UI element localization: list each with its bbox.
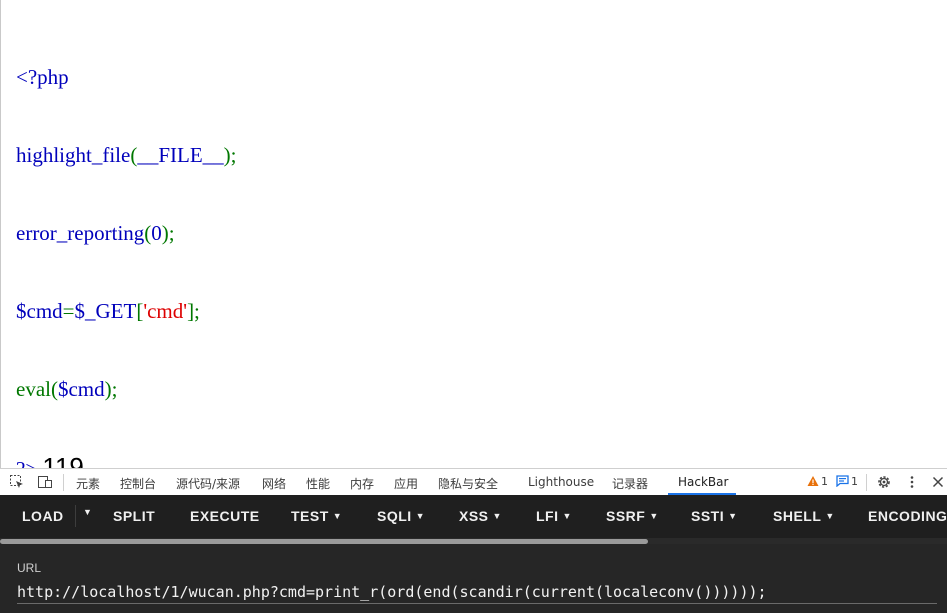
- error-reporting-fn: error_reporting: [16, 221, 145, 245]
- warning-icon[interactable]: [807, 475, 819, 487]
- chevron-down-icon: ▼: [415, 511, 426, 521]
- ssrf-menu-button[interactable]: SSRF ▼: [606, 508, 659, 524]
- code-line-1: <?php: [16, 64, 236, 90]
- php-source-code: <?php highlight_file(__FILE__); error_re…: [16, 12, 236, 540]
- more-vertical-icon[interactable]: [904, 474, 920, 490]
- page-content: <?php highlight_file(__FILE__); error_re…: [0, 0, 947, 481]
- hackbar-body: URL: [0, 544, 947, 613]
- toolbar-divider: [866, 474, 867, 491]
- code-line-3: error_reporting(0);: [16, 220, 236, 246]
- inspect-element-icon[interactable]: [9, 474, 25, 490]
- php-open-tag: <?php: [16, 65, 69, 89]
- chevron-down-icon: ▼: [649, 511, 659, 521]
- file-constant: __FILE__: [137, 143, 224, 167]
- message-icon[interactable]: [836, 475, 849, 488]
- devtools-tab-bar: 元素 控制台 源代码/来源 网络 性能 内存 应用 隐私与安全 Lighthou…: [0, 468, 947, 495]
- url-label: URL: [17, 561, 42, 575]
- tab-console[interactable]: 控制台: [120, 475, 156, 492]
- xss-menu-button[interactable]: XSS ▼: [459, 508, 502, 524]
- tab-performance[interactable]: 性能: [306, 475, 330, 492]
- hackbar-toolbar: LOAD ▼ SPLIT EXECUTE TEST ▼ SQLI ▼ XSS ▼ LF…: [0, 495, 947, 538]
- shell-label: SHELL: [773, 508, 822, 524]
- tab-sources[interactable]: 源代码/来源: [176, 475, 240, 492]
- test-menu-button[interactable]: TEST ▼: [291, 508, 342, 524]
- sqli-label: SQLI: [377, 508, 412, 524]
- tab-application[interactable]: 应用: [394, 475, 418, 492]
- paren-close: );: [223, 143, 237, 167]
- chevron-down-icon: ▼: [492, 511, 502, 521]
- split-button[interactable]: SPLIT: [113, 508, 155, 524]
- execute-button[interactable]: EXECUTE: [190, 508, 260, 524]
- eval-fn: eval: [16, 377, 51, 401]
- number-literal: 0: [151, 221, 162, 245]
- xss-label: XSS: [459, 508, 489, 524]
- highlight-file-fn: highlight_file: [16, 143, 131, 167]
- messages-count: 1: [851, 475, 858, 488]
- device-toolbar-icon[interactable]: [37, 474, 53, 490]
- toolbar-divider: [63, 474, 64, 491]
- ssrf-label: SSRF: [606, 508, 646, 524]
- chevron-down-icon: ▼: [728, 511, 738, 521]
- assign-operator: =: [62, 299, 75, 323]
- paren-open: (: [50, 377, 58, 401]
- tab-lighthouse[interactable]: Lighthouse: [528, 475, 594, 489]
- code-line-2: highlight_file(__FILE__);: [16, 142, 236, 168]
- bracket-close: ];: [187, 299, 200, 323]
- tab-recorder[interactable]: 记录器: [612, 475, 648, 492]
- chevron-down-icon: ▼: [825, 511, 835, 521]
- encoding-menu-button[interactable]: ENCODING: [868, 508, 947, 524]
- tab-memory[interactable]: 内存: [350, 475, 374, 492]
- lfi-label: LFI: [536, 508, 559, 524]
- paren-close: );: [104, 377, 118, 401]
- load-button[interactable]: LOAD: [22, 508, 64, 524]
- warnings-count: 1: [821, 475, 828, 488]
- chevron-down-icon: ▼: [332, 511, 343, 521]
- sqli-menu-button[interactable]: SQLI ▼: [377, 508, 425, 524]
- lfi-menu-button[interactable]: LFI ▼: [536, 508, 572, 524]
- cmd-string: 'cmd': [143, 299, 188, 323]
- tab-elements[interactable]: 元素: [76, 475, 100, 492]
- button-divider: [75, 505, 76, 527]
- cmd-variable: $cmd: [16, 299, 63, 323]
- code-line-5: eval($cmd);: [16, 376, 236, 402]
- ssti-label: SSTI: [691, 508, 725, 524]
- load-dropdown-caret-icon[interactable]: ▼: [83, 507, 92, 517]
- close-icon[interactable]: [930, 474, 946, 490]
- encoding-label: ENCODING: [868, 508, 947, 524]
- shell-menu-button[interactable]: SHELL ▼: [773, 508, 835, 524]
- ssti-menu-button[interactable]: SSTI ▼: [691, 508, 738, 524]
- cmd-variable: $cmd: [57, 377, 105, 401]
- code-line-4: $cmd=$_GET['cmd'];: [16, 298, 236, 324]
- chevron-down-icon: ▼: [562, 511, 572, 521]
- tab-privacy-security[interactable]: 隐私与安全: [438, 475, 498, 492]
- test-label: TEST: [291, 508, 329, 524]
- get-superglobal: $_GET: [74, 299, 137, 323]
- tab-network[interactable]: 网络: [262, 475, 286, 492]
- url-input[interactable]: [17, 581, 937, 604]
- paren-close: );: [161, 221, 175, 245]
- settings-gear-icon[interactable]: [876, 474, 892, 490]
- tab-hackbar[interactable]: HackBar: [678, 475, 728, 489]
